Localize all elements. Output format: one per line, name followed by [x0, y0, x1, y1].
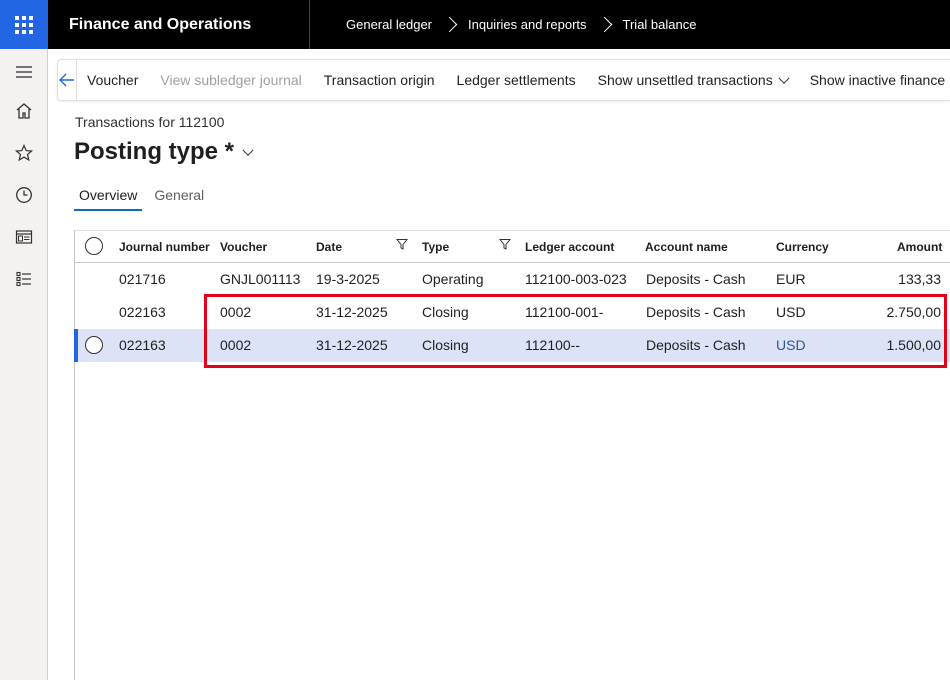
chevron-down-icon [242, 144, 254, 156]
breadcrumb-inquiries-and-reports[interactable]: Inquiries and reports [468, 17, 587, 32]
select-all-radio[interactable] [85, 237, 103, 255]
row-select-radio[interactable] [85, 336, 103, 354]
favorites-button[interactable] [0, 136, 47, 170]
currency-cell: USD [776, 304, 806, 320]
home-icon [16, 103, 31, 119]
chevron-right-icon [440, 15, 462, 35]
type-cell: Closing [422, 337, 469, 353]
currency-cell: EUR [776, 271, 806, 287]
currency-cell[interactable]: USD [776, 337, 806, 353]
hamburger-menu-icon [15, 66, 32, 78]
breadcrumb-trial-balance[interactable]: Trial balance [623, 17, 697, 32]
account-name-cell: Deposits - Cash [646, 337, 746, 353]
date-cell: 31-12-2025 [316, 304, 388, 320]
type-cell: Operating [422, 271, 484, 287]
app-title[interactable]: Finance and Operations [48, 0, 310, 49]
tab-strip: Overview General [74, 187, 216, 211]
chevron-down-icon [778, 72, 790, 84]
column-header-voucher[interactable]: Voucher [220, 240, 267, 254]
voucher-cell[interactable]: 0002 [220, 337, 251, 353]
view-subledger-journal-button[interactable]: View subledger journal [149, 72, 312, 88]
date-cell: 19-3-2025 [316, 271, 380, 287]
grid-header: Journal number Voucher Date Type Ledger … [75, 231, 950, 263]
journal-number-cell: 021716 [119, 271, 166, 287]
arrow-left-icon [59, 73, 74, 87]
table-row[interactable]: 022163 0002 31-12-2025 Closing 112100-00… [75, 296, 950, 329]
back-button[interactable] [58, 60, 77, 100]
view-selector[interactable]: Posting type * [74, 138, 254, 166]
workspaces-button[interactable] [0, 220, 47, 254]
filter-icon[interactable] [396, 238, 408, 250]
show-inactive-finance-button[interactable]: Show inactive finance [799, 72, 950, 88]
workspace-icon [15, 230, 32, 244]
ledger-settlements-button[interactable]: Ledger settlements [446, 72, 587, 88]
tab-overview[interactable]: Overview [74, 187, 143, 211]
table-row[interactable]: 021716 GNJL001113 19-3-2025 Operating 11… [75, 263, 950, 296]
waffle-icon [15, 15, 33, 34]
table-row-selected[interactable]: 022163 0002 31-12-2025 Closing 112100-- … [74, 329, 950, 362]
recent-button[interactable] [0, 178, 47, 212]
column-header-ledger-account[interactable]: Ledger account [525, 240, 614, 254]
ledger-account-cell: 112100-001- [525, 304, 604, 320]
ledger-account-cell: 112100-003-023 [525, 271, 627, 287]
page-caption: Transactions for 112100 [75, 114, 225, 130]
type-cell: Closing [422, 304, 469, 320]
tab-general[interactable]: General [149, 187, 209, 211]
account-name-cell: Deposits - Cash [646, 304, 746, 320]
clock-icon [15, 187, 32, 203]
action-pane: Voucher View subledger journal Transacti… [57, 59, 950, 101]
chevron-right-icon [595, 15, 617, 35]
page-title: Posting type * [74, 138, 235, 165]
journal-number-cell: 022163 [119, 304, 166, 320]
amount-cell: 2.750,00 [886, 304, 942, 320]
home-button[interactable] [0, 94, 47, 128]
filter-icon[interactable] [499, 238, 511, 250]
list-icon [15, 271, 31, 287]
column-header-journal-number[interactable]: Journal number [119, 240, 210, 254]
date-cell: 31-12-2025 [316, 337, 388, 353]
column-header-date[interactable]: Date [316, 240, 342, 254]
journal-number-cell: 022163 [119, 337, 166, 353]
column-header-type[interactable]: Type [422, 240, 449, 254]
modules-button[interactable] [0, 262, 47, 296]
breadcrumb-general-ledger[interactable]: General ledger [346, 17, 432, 32]
navigation-rail [0, 49, 48, 680]
column-header-currency[interactable]: Currency [776, 240, 829, 254]
app-launcher-button[interactable] [0, 0, 48, 49]
amount-cell: 133,33 [898, 271, 941, 287]
column-header-amount[interactable]: Amount [897, 240, 942, 254]
top-navigation-bar: Finance and Operations General ledger In… [0, 0, 950, 49]
show-unsettled-transactions-label: Show unsettled transactions [597, 72, 773, 88]
ledger-account-cell: 112100-- [525, 337, 581, 353]
column-header-account-name[interactable]: Account name [645, 240, 728, 254]
transactions-grid: Journal number Voucher Date Type Ledger … [74, 230, 950, 680]
star-icon [14, 144, 33, 162]
voucher-button[interactable]: Voucher [77, 72, 149, 88]
breadcrumb: General ledger Inquiries and reports Tri… [310, 15, 696, 35]
voucher-cell[interactable]: 0002 [220, 304, 251, 320]
transaction-origin-button[interactable]: Transaction origin [313, 72, 446, 88]
voucher-cell[interactable]: GNJL001113 [220, 271, 300, 287]
navigation-menu-button[interactable] [0, 55, 47, 89]
account-name-cell: Deposits - Cash [646, 271, 746, 287]
amount-cell: 1.500,00 [886, 337, 942, 353]
show-unsettled-transactions-menu[interactable]: Show unsettled transactions [587, 72, 799, 88]
